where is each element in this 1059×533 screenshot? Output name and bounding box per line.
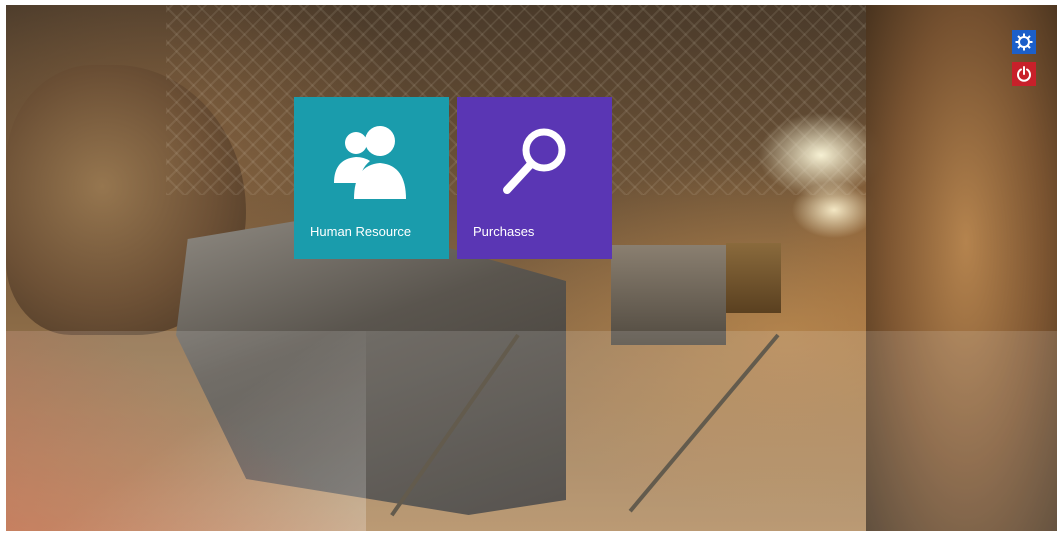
- tile-label: Purchases: [473, 224, 535, 239]
- tile-purchases[interactable]: Purchases: [457, 97, 612, 259]
- settings-button[interactable]: [1012, 30, 1036, 54]
- translucent-overlay-band: [6, 331, 1057, 531]
- background-mine-tunnel: [6, 5, 1057, 531]
- users-icon: [334, 126, 406, 199]
- search-icon: [503, 128, 566, 194]
- mine-cart-far: [726, 243, 781, 313]
- power-button[interactable]: [1012, 62, 1036, 86]
- mine-cart-middle: [611, 245, 726, 345]
- tile-human-resource[interactable]: Human Resource: [294, 97, 449, 259]
- gear-icon: [1015, 33, 1033, 51]
- tile-label: Human Resource: [310, 224, 412, 239]
- power-icon: [1017, 66, 1031, 82]
